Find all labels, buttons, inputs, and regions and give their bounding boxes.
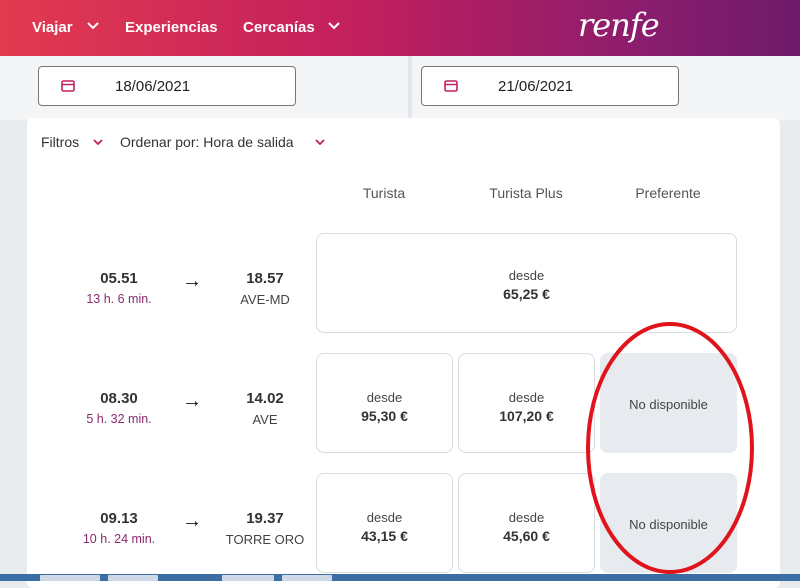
top-navigation-bar: Viajar Experiencias Cercanías renfe xyxy=(0,0,800,56)
arrival-time: 14.02 xyxy=(246,390,284,407)
taskbar-button[interactable] xyxy=(222,575,274,581)
chevron-down-icon[interactable] xyxy=(93,139,103,145)
departure-time: 08.30 xyxy=(100,390,138,407)
column-header-preferente: Preferente xyxy=(635,185,701,201)
fare-from-label: desde xyxy=(508,510,545,525)
nav-experiencias[interactable]: Experiencias xyxy=(125,19,218,36)
arrow-right-icon: → xyxy=(182,390,202,412)
train-type: TORRE ORO xyxy=(225,532,305,547)
column-header-turista: Turista xyxy=(362,185,406,201)
train-type: AVE-MD xyxy=(240,292,290,307)
arrow-right-icon: → xyxy=(182,510,202,532)
fare-price: 65,25 € xyxy=(503,286,550,302)
departure-time: 05.51 xyxy=(100,270,138,287)
unavailable-label: No disponible xyxy=(629,517,708,532)
chevron-down-icon[interactable] xyxy=(87,22,99,30)
renfe-logo[interactable]: renfe xyxy=(578,6,660,44)
results-panel: Filtros Ordenar por: Hora de salida Turi… xyxy=(27,118,780,588)
trip-duration: 10 h. 24 min. xyxy=(82,532,156,546)
fare-from-label: desde xyxy=(366,390,403,405)
nav-cercanias[interactable]: Cercanías xyxy=(243,19,315,36)
trip-duration: 5 h. 32 min. xyxy=(86,412,152,426)
unavailable-label: No disponible xyxy=(629,397,708,412)
arrival-time: 19.37 xyxy=(246,510,284,527)
fare-card-turista-plus[interactable]: desde 107,20 € xyxy=(458,353,595,453)
taskbar-button[interactable] xyxy=(108,575,158,581)
fare-card-turista[interactable]: desde 95,30 € xyxy=(316,353,453,453)
calendar-icon xyxy=(61,80,75,92)
fare-card-preferente-unavailable: No disponible xyxy=(600,353,737,453)
sort-dropdown[interactable]: Ordenar por: Hora de salida xyxy=(120,134,294,150)
chevron-down-icon[interactable] xyxy=(315,139,325,145)
filters-dropdown[interactable]: Filtros xyxy=(41,134,79,150)
fare-card[interactable]: desde 65,25 € xyxy=(316,233,737,333)
date-divider xyxy=(408,56,412,120)
taskbar-button[interactable] xyxy=(40,575,100,581)
return-date-value: 21/06/2021 xyxy=(498,78,574,95)
arrival-time: 18.57 xyxy=(246,270,284,287)
calendar-icon xyxy=(444,80,458,92)
fare-from-label: desde xyxy=(366,510,403,525)
outbound-date-value: 18/06/2021 xyxy=(115,78,191,95)
chevron-down-icon[interactable] xyxy=(328,22,340,30)
nav-viajar[interactable]: Viajar xyxy=(32,19,73,36)
outbound-date-field[interactable]: 18/06/2021 xyxy=(38,66,296,106)
column-header-turista-plus: Turista Plus xyxy=(489,185,563,201)
fare-card-turista[interactable]: desde 43,15 € xyxy=(316,473,453,573)
fare-card-preferente-unavailable: No disponible xyxy=(600,473,737,573)
trip-duration: 13 h. 6 min. xyxy=(86,292,152,306)
fare-price: 95,30 € xyxy=(361,408,408,424)
arrow-right-icon: → xyxy=(182,270,202,292)
taskbar-button[interactable] xyxy=(282,575,332,581)
date-selector-strip: 18/06/2021 21/06/2021 xyxy=(0,56,800,120)
fare-card-turista-plus[interactable]: desde 45,60 € xyxy=(458,473,595,573)
fare-price: 45,60 € xyxy=(503,528,550,544)
fare-from-label: desde xyxy=(508,268,545,283)
fare-price: 107,20 € xyxy=(499,408,554,424)
return-date-field[interactable]: 21/06/2021 xyxy=(421,66,679,106)
train-type: AVE xyxy=(252,412,278,427)
fare-price: 43,15 € xyxy=(361,528,408,544)
fare-from-label: desde xyxy=(508,390,545,405)
departure-time: 09.13 xyxy=(100,510,138,527)
